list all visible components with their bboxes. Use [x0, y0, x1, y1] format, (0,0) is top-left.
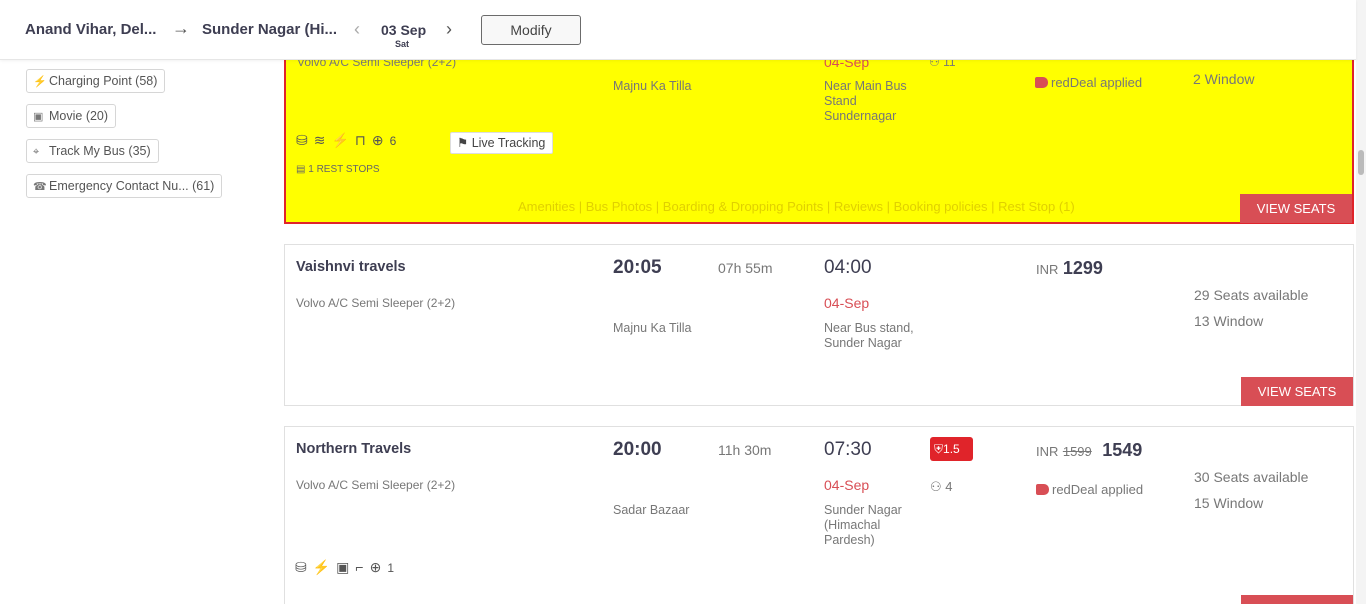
- ratings-count: ⚇ 4: [930, 479, 953, 494]
- travel-date[interactable]: 03 Sep: [381, 22, 426, 38]
- red-deal: redDeal applied: [1035, 75, 1142, 90]
- departure-time: 20:00: [613, 439, 662, 460]
- link-rest-stop[interactable]: Rest Stop (1): [998, 199, 1075, 214]
- filter-charging-point[interactable]: ⚡ Charging Point (58): [26, 69, 166, 93]
- filter-emergency-contact[interactable]: ☎ Emergency Contact Nu... (61): [26, 174, 223, 198]
- filter-movie[interactable]: ▣ Movie (20): [26, 104, 117, 128]
- bus-search-results-page: Volvo A/C Semi Sleeper (2+2) Majnu Ka Ti…: [0, 0, 1366, 604]
- view-seats-button[interactable]: VIEW SEATS: [1240, 194, 1352, 223]
- boarding-point: Sadar Bazaar: [613, 503, 690, 517]
- arrow-right-icon: →: [172, 18, 190, 38]
- link-booking-policies[interactable]: Booking policies: [894, 199, 988, 214]
- view-seats-button[interactable]: VIEW SEATS: [1241, 595, 1353, 604]
- movie-icon: ▣: [33, 111, 44, 123]
- scrollbar[interactable]: [1356, 0, 1366, 604]
- wifi-icon: ≋: [313, 132, 332, 148]
- bus-card[interactable]: Vaishnvi travels Volvo A/C Semi Sleeper …: [284, 244, 1354, 406]
- link-amenities[interactable]: Amenities: [518, 199, 575, 214]
- amenities-row: ⛁⚡▣⌐⊕1: [295, 559, 395, 575]
- boarding-point: Majnu Ka Tilla: [613, 321, 692, 335]
- reading-light-icon: ⊓: [354, 132, 372, 148]
- duration: 07h 55m: [718, 260, 773, 276]
- departure-time: 20:05: [613, 257, 662, 278]
- bus-card[interactable]: Northern Travels Volvo A/C Semi Sleeper …: [284, 426, 1354, 604]
- next-date-button[interactable]: ›: [446, 19, 452, 40]
- live-tracking-icon: ⚑: [457, 136, 469, 150]
- destination-city[interactable]: Sunder Nagar (Hi...: [202, 21, 337, 38]
- arrival-date: 04-Sep: [824, 477, 870, 493]
- seats-available: 30 Seats available: [1194, 469, 1309, 485]
- dropping-point: Near Main Bus Stand Sundernagar: [824, 79, 907, 123]
- movie-icon: ▣: [336, 559, 356, 575]
- window-seats: 15 Window: [1194, 495, 1264, 511]
- shield-icon: ⛨: [934, 442, 944, 456]
- amenities-row: ⛁≋⚡⊓⊕6: [296, 132, 397, 148]
- water-bottle-icon: ⛁: [296, 132, 314, 148]
- more-amenities-icon: ⊕: [369, 559, 388, 575]
- red-deal: redDeal applied: [1036, 482, 1143, 497]
- rest-stops: ▤ 1 REST STOPS: [296, 164, 380, 175]
- live-tracking-badge[interactable]: ⚑ Live Tracking: [450, 132, 554, 154]
- rest-stop-icon: ▤: [296, 164, 306, 175]
- travel-day: Sat: [395, 39, 410, 49]
- source-city[interactable]: Anand Vihar, Del...: [25, 21, 156, 38]
- bus-type: Volvo A/C Semi Sleeper (2+2): [296, 296, 456, 310]
- old-price: 1599: [1062, 444, 1092, 459]
- operator-name: Northern Travels: [296, 441, 412, 457]
- people-icon: ⚇: [930, 479, 942, 494]
- fare: INR 1599 1549: [1036, 440, 1143, 460]
- bus-type: Volvo A/C Semi Sleeper (2+2): [296, 478, 456, 492]
- more-amenities-icon: ⊕: [371, 132, 390, 148]
- seats-available: 29 Seats available: [1194, 287, 1309, 303]
- charging-point-icon: ⚡: [331, 132, 355, 148]
- window-seats: 13 Window: [1194, 313, 1264, 329]
- search-summary-bar: Anand Vihar, Del... → Sunder Nagar (Hi..…: [0, 0, 1356, 60]
- link-reviews[interactable]: Reviews: [834, 199, 883, 214]
- window-seats: 2 Window: [1193, 71, 1255, 87]
- charging-point-icon: ⚡: [33, 76, 47, 88]
- reading-light-icon: ⌐: [355, 559, 370, 575]
- operator-name: Vaishnvi travels: [296, 259, 406, 275]
- arrival-date: 04-Sep: [824, 295, 870, 311]
- rating-badge[interactable]: ⛨1.5: [930, 437, 973, 461]
- previous-date-button[interactable]: ‹: [354, 19, 360, 40]
- link-boarding-dropping[interactable]: Boarding & Dropping Points: [663, 199, 823, 214]
- scrollbar-thumb[interactable]: [1358, 150, 1364, 175]
- modify-button[interactable]: Modify: [481, 15, 581, 45]
- view-seats-button[interactable]: VIEW SEATS: [1241, 377, 1353, 406]
- duration: 11h 30m: [718, 442, 772, 458]
- track-bus-icon: ⌖: [33, 146, 40, 158]
- dropping-point: Sunder Nagar (Himachal Pardesh): [824, 503, 902, 547]
- tag-icon: [1035, 77, 1048, 88]
- fare: INR 1299: [1036, 258, 1103, 278]
- link-bus-photos[interactable]: Bus Photos: [586, 199, 653, 214]
- card-links: Amenities | Bus Photos | Boarding & Drop…: [518, 199, 1075, 214]
- boarding-point: Majnu Ka Tilla: [613, 79, 692, 93]
- dropping-point: Near Bus stand, Sunder Nagar: [824, 321, 914, 350]
- arrival-time: 04:00: [824, 257, 872, 278]
- water-bottle-icon: ⛁: [295, 559, 313, 575]
- tag-icon: [1036, 484, 1049, 495]
- charging-point-icon: ⚡: [312, 559, 337, 575]
- emergency-contact-icon: ☎: [33, 181, 47, 193]
- filter-track-my-bus[interactable]: ⌖ Track My Bus (35): [26, 139, 159, 163]
- arrival-time: 07:30: [824, 439, 872, 460]
